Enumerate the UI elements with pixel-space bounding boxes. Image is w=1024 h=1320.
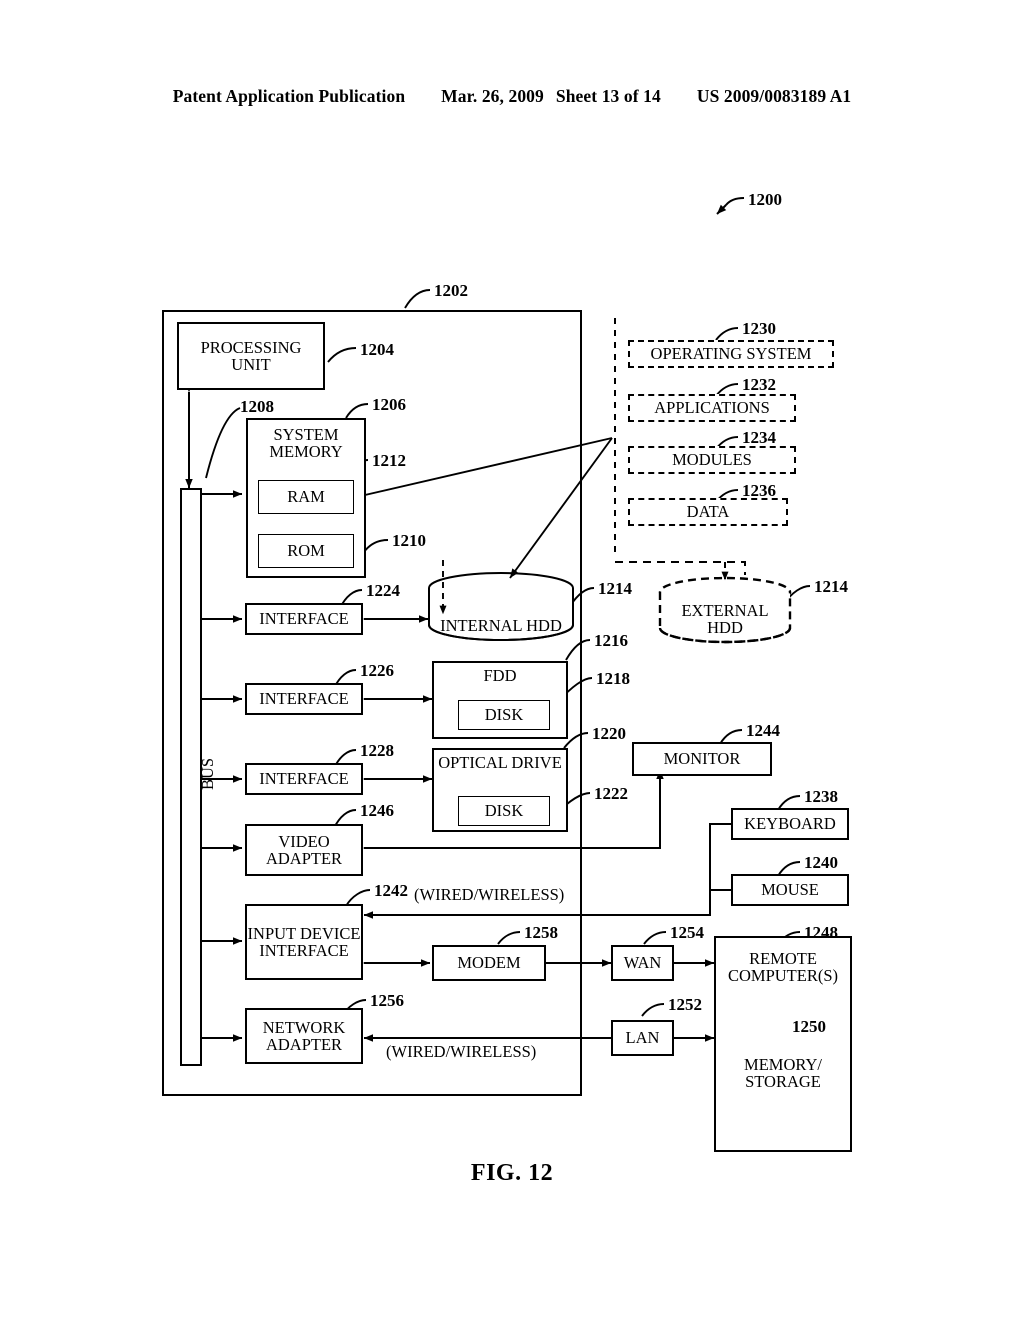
ref-1206: 1206	[372, 395, 406, 414]
interface-hdd-label: INTERFACE	[259, 609, 349, 629]
ref-1224: 1224	[366, 581, 400, 600]
ref-1204: 1204	[360, 340, 394, 359]
ref-1232: 1232	[742, 375, 776, 394]
wan-block: WAN	[611, 945, 674, 981]
remote-computers-block: REMOTE COMPUTER(S)	[714, 936, 852, 1152]
video-adapter-block: VIDEO ADAPTER	[245, 824, 363, 876]
ref-1230: 1230	[742, 319, 776, 338]
figure-caption: FIG. 12	[470, 1160, 554, 1186]
applications-label: APPLICATIONS	[654, 398, 770, 418]
interface-optical-block: INTERFACE	[245, 763, 363, 795]
ref-1226: 1226	[360, 661, 394, 680]
modem-label: MODEM	[457, 953, 521, 973]
ref-1250: 1250	[792, 1017, 826, 1036]
keyboard-block: KEYBOARD	[731, 808, 849, 840]
ref-1242: 1242	[374, 881, 408, 900]
optical-drive-label: OPTICAL DRIVE	[438, 753, 562, 772]
fdd-disk-label: DISK	[484, 705, 524, 725]
wired-wireless-input-annotation: (WIRED/WIRELESS)	[414, 885, 565, 904]
applications-block: APPLICATIONS	[628, 394, 796, 422]
ref-1216: 1216	[594, 631, 628, 650]
ram-block: RAM	[258, 480, 354, 514]
fdd-disk-block: DISK	[458, 700, 550, 730]
ref-1222: 1222	[594, 784, 628, 803]
remote-computers-label: REMOTE COMPUTER(S)	[727, 949, 838, 986]
ref-1200: 1200	[748, 190, 782, 209]
data-label: DATA	[686, 502, 730, 522]
ref-1252: 1252	[668, 995, 702, 1014]
network-adapter-block: NETWORK ADAPTER	[245, 1008, 363, 1064]
ref-1210: 1210	[392, 531, 426, 550]
wan-label: WAN	[623, 953, 662, 973]
input-device-interface-block: INPUT DEVICE INTERFACE	[245, 904, 363, 980]
interface-optical-label: INTERFACE	[259, 769, 349, 789]
ref-1212: 1212	[372, 451, 406, 470]
ref-1244: 1244	[746, 721, 780, 740]
network-adapter-label: NETWORK ADAPTER	[262, 1017, 346, 1054]
modules-label: MODULES	[672, 450, 752, 470]
bus-label: BUS	[198, 757, 217, 790]
modem-block: MODEM	[432, 945, 546, 981]
memory-storage-label: MEMORY/ STORAGE	[744, 1055, 822, 1092]
ref-1234: 1234	[742, 428, 776, 447]
processing-unit-label: PROCESSING UNIT	[200, 337, 302, 374]
processing-unit-block: PROCESSING UNIT	[177, 322, 325, 390]
video-adapter-label: VIDEO ADAPTER	[265, 831, 343, 868]
internal-hdd-label: INTERNAL HDD	[440, 616, 562, 635]
fdd-label: FDD	[483, 666, 517, 685]
modules-block: MODULES	[628, 446, 796, 474]
ref-1236: 1236	[742, 481, 776, 500]
rom-label: ROM	[287, 541, 325, 561]
figure-12-diagram: BUS PROCESSING UNIT SYSTEM MEMORY RAM RO…	[0, 0, 1024, 1320]
ref-1240: 1240	[804, 853, 838, 872]
optical-disk-block: DISK	[458, 796, 550, 826]
lan-label: LAN	[625, 1028, 660, 1048]
ref-1208: 1208	[240, 397, 274, 416]
operating-system-label: OPERATING SYSTEM	[650, 344, 812, 364]
monitor-block: MONITOR	[632, 742, 772, 776]
ref-1254: 1254	[670, 923, 704, 942]
interface-hdd-block: INTERFACE	[245, 603, 363, 635]
interface-fdd-block: INTERFACE	[245, 683, 363, 715]
ref-1248: 1248	[804, 923, 838, 942]
optical-disk-label: DISK	[484, 801, 524, 821]
ref-1246: 1246	[360, 801, 394, 820]
ref-1202: 1202	[434, 281, 468, 300]
rom-block: ROM	[258, 534, 354, 568]
keyboard-label: KEYBOARD	[744, 814, 836, 834]
ref-1220: 1220	[592, 724, 626, 743]
system-memory-label: SYSTEM MEMORY	[269, 425, 343, 462]
lan-block: LAN	[611, 1020, 674, 1056]
ref-1214-internal: 1214	[598, 579, 632, 598]
interface-fdd-label: INTERFACE	[259, 689, 349, 709]
wired-wireless-network-annotation: (WIRED/WIRELESS)	[386, 1042, 537, 1061]
ref-1214-external: 1214	[814, 577, 848, 596]
ref-1258: 1258	[524, 923, 558, 942]
ref-1218: 1218	[596, 669, 630, 688]
monitor-label: MONITOR	[663, 749, 741, 769]
ref-1238: 1238	[804, 787, 838, 806]
ram-label: RAM	[287, 487, 325, 507]
mouse-block: MOUSE	[731, 874, 849, 906]
input-device-interface-label: INPUT DEVICE INTERFACE	[247, 923, 361, 960]
ref-1228: 1228	[360, 741, 394, 760]
ref-1256: 1256	[370, 991, 404, 1010]
mouse-label: MOUSE	[761, 880, 819, 900]
operating-system-block: OPERATING SYSTEM	[628, 340, 834, 368]
data-block: DATA	[628, 498, 788, 526]
external-hdd-label: EXTERNAL HDD	[681, 601, 769, 638]
